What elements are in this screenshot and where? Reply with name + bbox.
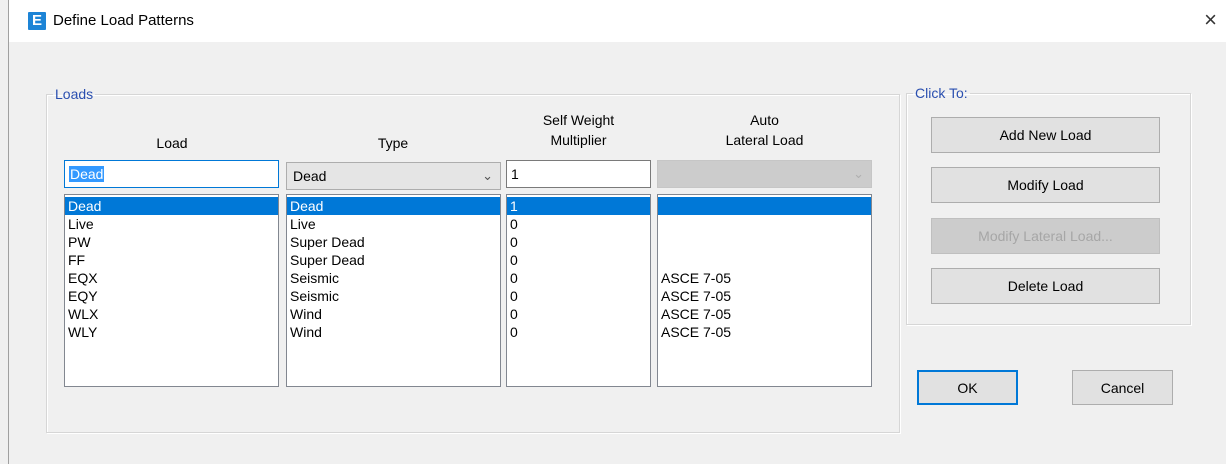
modify-lateral-load-button[interactable]: Modify Lateral Load... [931, 218, 1160, 254]
load-name-input[interactable]: Dead [64, 160, 279, 188]
chevron-down-icon: ⌄ [482, 168, 493, 183]
loads-legend: Loads [55, 86, 94, 102]
list-item[interactable]: Live [287, 215, 500, 233]
list-item[interactable] [658, 233, 871, 251]
cancel-button[interactable]: Cancel [1072, 370, 1173, 405]
auto-header-line2: Lateral Load [725, 132, 804, 148]
list-item[interactable]: FF [65, 251, 278, 269]
list-item[interactable]: PW [65, 233, 278, 251]
delete-load-button[interactable]: Delete Load [931, 268, 1160, 304]
self-weight-list[interactable]: 1 0 0 0 0 0 0 0 [506, 194, 651, 387]
list-item[interactable]: EQX [65, 269, 278, 287]
list-item[interactable]: ASCE 7-05 [658, 287, 871, 305]
auto-lateral-dropdown[interactable]: ⌄ [657, 160, 872, 188]
self-weight-header-line2: Multiplier [550, 132, 607, 148]
auto-lateral-list[interactable]: ASCE 7-05 ASCE 7-05 ASCE 7-05 ASCE 7-05 [657, 194, 872, 387]
self-weight-value: 1 [511, 166, 519, 182]
etabs-app-icon: E [28, 12, 46, 30]
define-load-patterns-dialog: E Define Load Patterns × Loads Load Type… [8, 0, 1226, 464]
list-item[interactable]: Wind [287, 323, 500, 341]
load-header-label: Load [156, 135, 188, 151]
list-item[interactable] [658, 197, 871, 215]
list-item[interactable]: Seismic [287, 287, 500, 305]
auto-lateral-column-header: Auto Lateral Load [657, 110, 872, 150]
list-item[interactable]: Wind [287, 305, 500, 323]
self-weight-input[interactable]: 1 [506, 160, 651, 188]
self-weight-header-line1: Self Weight [542, 112, 615, 128]
type-dropdown[interactable]: Dead ⌄ [286, 162, 501, 190]
modify-load-button[interactable]: Modify Load [931, 167, 1160, 203]
list-item[interactable]: Seismic [287, 269, 500, 287]
list-item[interactable] [658, 251, 871, 269]
list-item[interactable]: 0 [507, 215, 650, 233]
load-name-value: Dead [69, 166, 105, 182]
add-new-load-button[interactable]: Add New Load [931, 117, 1160, 153]
list-item[interactable]: 0 [507, 233, 650, 251]
click-to-legend: Click To: [915, 85, 968, 101]
load-name-list[interactable]: Dead Live PW FF EQX EQY WLX WLY [64, 194, 279, 387]
list-item[interactable]: 0 [507, 269, 650, 287]
type-dropdown-value: Dead [293, 168, 327, 184]
list-item[interactable]: WLX [65, 305, 278, 323]
list-item[interactable]: Dead [287, 197, 500, 215]
title-bar: E Define Load Patterns × [9, 0, 1226, 42]
list-item[interactable]: Super Dead [287, 233, 500, 251]
chevron-down-icon: ⌄ [853, 166, 864, 181]
list-item[interactable]: 0 [507, 251, 650, 269]
list-item[interactable]: 0 [507, 323, 650, 341]
list-item[interactable]: WLY [65, 323, 278, 341]
load-type-list[interactable]: Dead Live Super Dead Super Dead Seismic … [286, 194, 501, 387]
list-item[interactable]: ASCE 7-05 [658, 269, 871, 287]
load-column-header: Load [65, 133, 279, 153]
list-item[interactable]: 0 [507, 287, 650, 305]
list-item[interactable]: EQY [65, 287, 278, 305]
list-item[interactable]: Dead [65, 197, 278, 215]
list-item[interactable]: Super Dead [287, 251, 500, 269]
list-item[interactable]: 1 [507, 197, 650, 215]
self-weight-column-header: Self Weight Multiplier [506, 110, 651, 150]
ok-button[interactable]: OK [917, 370, 1018, 405]
close-icon[interactable]: × [1204, 8, 1217, 32]
list-item[interactable] [658, 215, 871, 233]
dialog-title: Define Load Patterns [53, 12, 194, 29]
auto-header-line1: Auto [750, 112, 779, 128]
type-header-label: Type [377, 135, 409, 151]
list-item[interactable]: ASCE 7-05 [658, 323, 871, 341]
list-item[interactable]: 0 [507, 305, 650, 323]
list-item[interactable]: Live [65, 215, 278, 233]
type-column-header: Type [286, 133, 500, 153]
list-item[interactable]: ASCE 7-05 [658, 305, 871, 323]
